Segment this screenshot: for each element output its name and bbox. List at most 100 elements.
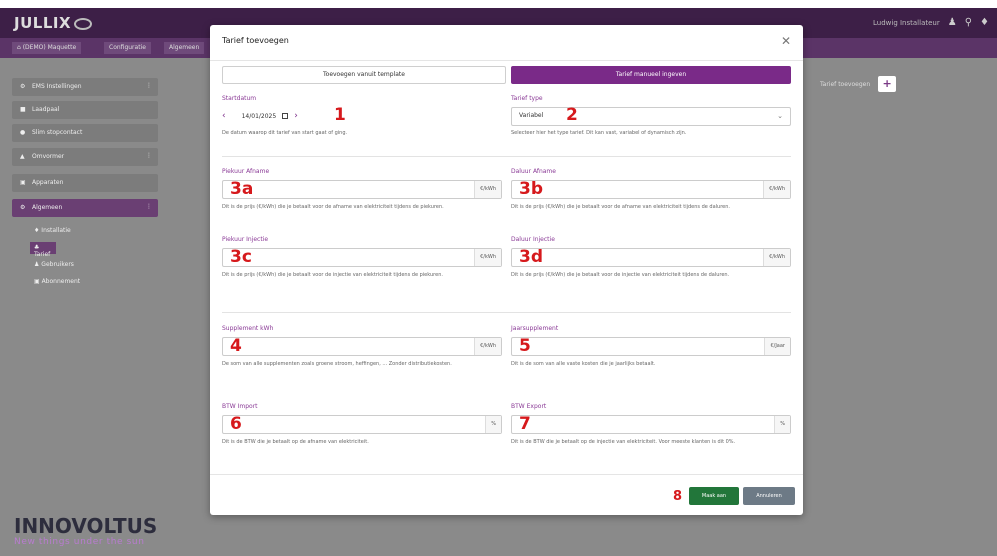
- device-icon: ▣: [20, 179, 26, 186]
- logo-mark-icon: [74, 17, 93, 30]
- vat-import-label: BTW Import: [222, 403, 258, 410]
- vat-export-help: Dit is de BTW die je betaalt op de injec…: [511, 439, 736, 445]
- sidebar-item-algemeen[interactable]: ⚙ Algemeen ⋮: [12, 199, 158, 217]
- gear-icon: ⚙: [20, 83, 26, 90]
- sidebar-subitem-gebruikers[interactable]: ♟ Gebruikers: [30, 259, 78, 271]
- plus-icon[interactable]: +: [878, 76, 897, 92]
- unit-label: €/Jaar: [764, 338, 790, 355]
- start-date-input[interactable]: 14/01/2025: [242, 113, 277, 120]
- menu-dots-icon[interactable]: ⋮: [146, 152, 152, 159]
- tariff-type-select[interactable]: Variabel ⌄: [511, 107, 791, 126]
- socket-icon: ●: [20, 129, 26, 136]
- vat-import-input[interactable]: %: [222, 415, 502, 434]
- sidebar-item-slim-stopcontact[interactable]: ● Slim stopcontact: [12, 124, 158, 142]
- tariff-type-label: Tarief type: [511, 95, 543, 102]
- peak-purchase-input[interactable]: €/kWh: [222, 180, 502, 199]
- annotation-marker-3a: 3a: [230, 179, 254, 199]
- tariff-type-help: Selecteer hier het type tarief. Dit kan …: [511, 130, 687, 136]
- annotation-marker-3d: 3d: [519, 247, 543, 267]
- offpeak-purchase-label: Daluur Afname: [511, 168, 556, 175]
- unit-label: %: [485, 416, 501, 433]
- sidebar-item-omvormer[interactable]: ▲ Omvormer ⋮: [12, 148, 158, 166]
- peak-purchase-label: Piekuur Afname: [222, 168, 270, 175]
- sidebar-subitem-installatie[interactable]: ♦ Installatie: [30, 225, 75, 237]
- sidebar-subitem-abonnement[interactable]: ▣ Abonnement: [30, 276, 84, 288]
- vat-export-label: BTW Export: [511, 403, 547, 410]
- section-divider: [222, 312, 791, 313]
- chevron-right-icon[interactable]: ›: [294, 111, 298, 121]
- bell-icon[interactable]: ♦: [980, 17, 989, 28]
- unit-label: €/kWh: [763, 249, 790, 266]
- modal-header: Tarief toevoegen ✕: [210, 25, 803, 61]
- settings-icon: ⚙: [20, 204, 26, 211]
- peak-purchase-help: Dit is de prijs (€/kWh) die je betaalt v…: [222, 204, 444, 210]
- user-label[interactable]: Ludwig Installateur: [873, 19, 940, 27]
- modal-title: Tarief toevoegen: [222, 36, 289, 45]
- breadcrumb-item-configuratie[interactable]: Configuratie: [104, 42, 151, 54]
- annotation-marker-3b: 3b: [519, 179, 543, 199]
- start-date-help: De datum waarop dit tarief van start gaa…: [222, 130, 348, 136]
- vat-import-help: Dit is de BTW die je betaalt op de afnam…: [222, 439, 369, 445]
- subscription-icon: ▣: [34, 278, 42, 285]
- breadcrumb-item-algemeen[interactable]: Algemeen: [164, 42, 205, 54]
- add-tariff-modal: Tarief toevoegen ✕ Toevoegen vanuit temp…: [210, 25, 803, 515]
- menu-dots-icon[interactable]: ⋮: [146, 203, 152, 210]
- tariff-type-value: Variabel: [519, 112, 544, 119]
- supplement-kwh-label: Supplement kWh: [222, 325, 274, 332]
- annotation-marker-4: 4: [230, 336, 242, 356]
- cancel-button[interactable]: Annuleren: [743, 487, 795, 505]
- offpeak-purchase-help: Dit is de prijs (€/kWh) die je betaalt v…: [511, 204, 730, 210]
- sidebar-item-ems[interactable]: ⚙ EMS Instellingen ⋮: [12, 78, 158, 96]
- supplement-kwh-help: De som van alle supplementen zoals groen…: [222, 361, 452, 367]
- annotation-marker-1: 1: [334, 105, 346, 125]
- add-tariff-area: Tarief toevoegen +: [820, 76, 897, 92]
- app-logo[interactable]: JULLIX: [14, 14, 93, 32]
- sidebar: ⚙ EMS Instellingen ⋮ ■ Laadpaal ● Slim stopc…: [0, 58, 168, 556]
- peak-injection-label: Piekuur Injectie: [222, 236, 269, 243]
- offpeak-purchase-input[interactable]: €/kWh: [511, 180, 791, 199]
- brand-tagline: New things under the sun: [14, 537, 145, 547]
- year-supplement-help: Dit is de som van alle vaste kosten die …: [511, 361, 656, 367]
- unit-label: €/kWh: [474, 249, 501, 266]
- instruction-banner: [0, 0, 997, 8]
- unit-label: %: [774, 416, 790, 433]
- year-supplement-label: Jaarsupplement: [511, 325, 559, 332]
- search-icon[interactable]: ⚲: [965, 17, 972, 28]
- tariff-icon: ♣: [34, 244, 40, 251]
- top-right-controls: Ludwig Installateur ♟ ⚲ ♦: [873, 17, 989, 28]
- brand-logo: INNOVOLTUS: [14, 514, 158, 538]
- close-icon[interactable]: ✕: [781, 34, 791, 48]
- calendar-icon[interactable]: [282, 113, 289, 119]
- template-button[interactable]: Toevoegen vanuit template: [222, 66, 506, 84]
- sidebar-item-laadpaal[interactable]: ■ Laadpaal: [12, 101, 158, 119]
- save-button[interactable]: Maak aan: [689, 487, 739, 505]
- offpeak-injection-input[interactable]: €/kWh: [511, 248, 791, 267]
- annotation-marker-2: 2: [566, 105, 578, 125]
- chevron-left-icon[interactable]: ‹: [222, 111, 226, 121]
- home-icon: ▲: [20, 153, 25, 160]
- supplement-kwh-input[interactable]: €/kWh: [222, 337, 502, 356]
- peak-injection-input[interactable]: €/kWh: [222, 248, 502, 267]
- unit-label: €/kWh: [763, 181, 790, 198]
- vat-export-input[interactable]: %: [511, 415, 791, 434]
- unit-label: €/kWh: [474, 181, 501, 198]
- menu-dots-icon[interactable]: ⋮: [146, 82, 152, 89]
- offpeak-injection-help: Dit is de prijs (€/kWh) die je betaalt v…: [511, 272, 730, 278]
- sidebar-item-apparaten[interactable]: ▣ Apparaten: [12, 174, 158, 192]
- start-date-row: ‹ 14/01/2025 ›: [222, 109, 298, 123]
- annotation-marker-6: 6: [230, 414, 242, 434]
- annotation-marker-3c: 3c: [230, 247, 252, 267]
- year-supplement-input[interactable]: €/Jaar: [511, 337, 791, 356]
- unit-label: €/kWh: [474, 338, 501, 355]
- section-divider: [222, 156, 791, 157]
- annotation-marker-7: 7: [519, 414, 531, 434]
- breadcrumb-item-demo[interactable]: ⌂ (DEMO) Maquette: [12, 42, 82, 54]
- offpeak-injection-label: Daluur Injectie: [511, 236, 555, 243]
- manual-button[interactable]: Tarief manueel ingeven: [511, 66, 791, 84]
- start-date-label: Startdatum: [222, 95, 257, 102]
- peak-injection-help: Dit is de prijs (€/kWh) die je betaalt v…: [222, 272, 443, 278]
- user-icon[interactable]: ♟: [948, 17, 957, 28]
- sidebar-subitem-tarief[interactable]: ♣ Tarief: [30, 242, 56, 258]
- annotation-marker-8: 8: [673, 489, 683, 504]
- add-tariff-label: Tarief toevoegen: [820, 80, 871, 88]
